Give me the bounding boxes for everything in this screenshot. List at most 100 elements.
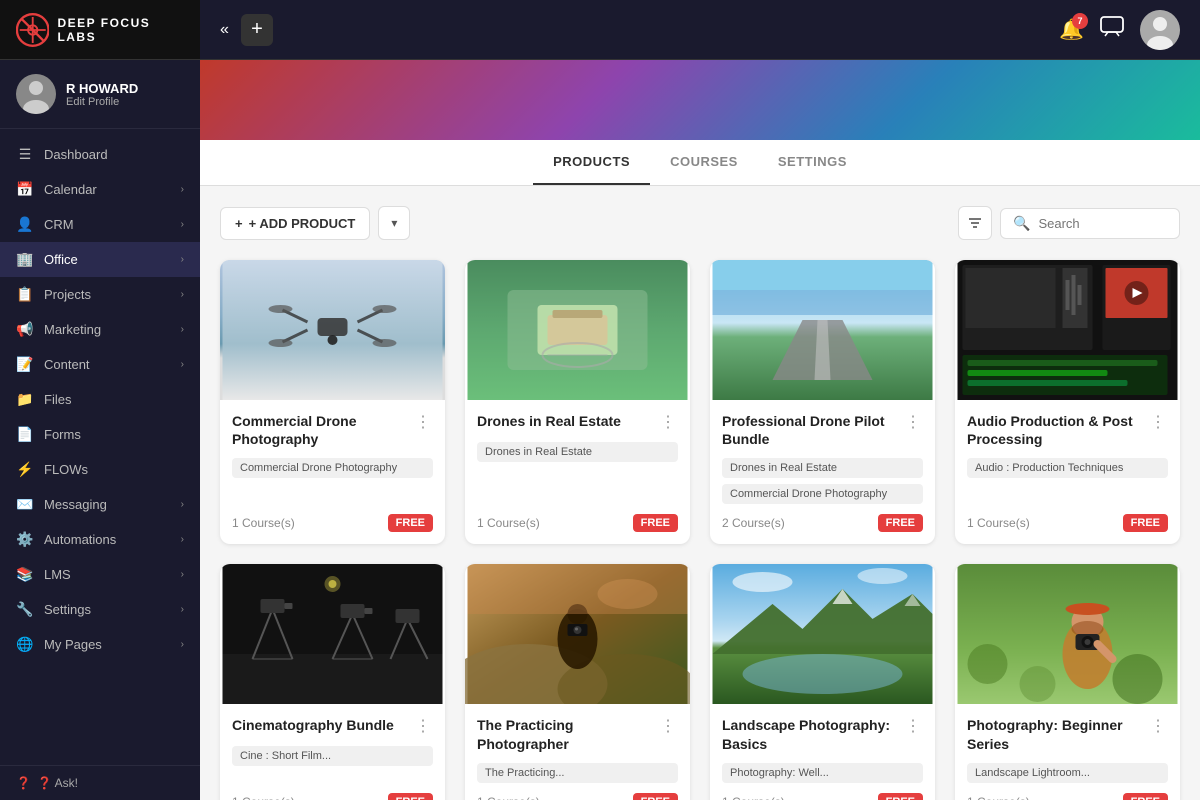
chevron-right-icon: › bbox=[181, 569, 184, 580]
flows-icon: ⚡ bbox=[16, 461, 34, 478]
card-image bbox=[465, 564, 690, 704]
card-image bbox=[710, 260, 935, 400]
header-right: 🔔 7 bbox=[1059, 10, 1180, 50]
ask-button[interactable]: ❓ ❓ Ask! bbox=[16, 776, 184, 790]
toolbar-right: 🔍 bbox=[958, 206, 1180, 240]
sidebar-item-forms[interactable]: 📄 Forms bbox=[0, 417, 200, 452]
chevron-right-icon: › bbox=[181, 219, 184, 230]
card-menu-button[interactable]: ⋮ bbox=[413, 412, 433, 432]
messaging-icon: ✉️ bbox=[16, 496, 34, 513]
card-image bbox=[220, 260, 445, 400]
product-card: Photography: Beginner Series ⋮ Landscape… bbox=[955, 564, 1180, 800]
card-title: The Practicing Photographer bbox=[477, 716, 652, 752]
card-menu-button[interactable]: ⋮ bbox=[903, 412, 923, 432]
sidebar-item-office[interactable]: 🏢 Office › bbox=[0, 242, 200, 277]
tab-bar: PRODUCTS COURSES SETTINGS bbox=[200, 140, 1200, 186]
search-input[interactable] bbox=[1038, 216, 1178, 231]
sort-button[interactable] bbox=[958, 206, 992, 240]
collapse-sidebar-button[interactable]: « bbox=[220, 21, 229, 39]
card-tag: Commercial Drone Photography bbox=[232, 458, 433, 478]
sidebar-item-label: My Pages bbox=[44, 637, 102, 652]
chevron-right-icon: › bbox=[181, 639, 184, 650]
card-tag: Audio : Production Techniques bbox=[967, 458, 1168, 478]
banner bbox=[200, 60, 1200, 140]
add-new-button[interactable]: + bbox=[241, 14, 273, 46]
card-footer: 1 Course(s) FREE bbox=[232, 514, 433, 532]
product-card: Landscape Photography: Basics ⋮ Photogra… bbox=[710, 564, 935, 800]
course-count: 1 Course(s) bbox=[967, 795, 1030, 800]
card-menu-button[interactable]: ⋮ bbox=[903, 716, 923, 736]
projects-icon: 📋 bbox=[16, 286, 34, 303]
free-badge: FREE bbox=[878, 793, 923, 800]
products-area: + + ADD PRODUCT ▾ 🔍 bbox=[200, 186, 1200, 800]
tab-products[interactable]: PRODUCTS bbox=[533, 140, 650, 185]
card-body: Professional Drone Pilot Bundle ⋮ Drones… bbox=[710, 400, 935, 544]
top-header: « + 🔔 7 bbox=[200, 0, 1200, 60]
course-count: 1 Course(s) bbox=[477, 795, 540, 800]
sidebar-item-dashboard[interactable]: ☰ Dashboard bbox=[0, 137, 200, 172]
chevron-right-icon: › bbox=[181, 254, 184, 265]
sidebar-item-label: Office bbox=[44, 252, 78, 267]
sidebar-item-calendar[interactable]: 📅 Calendar › bbox=[0, 172, 200, 207]
card-footer: 1 Course(s) FREE bbox=[477, 793, 678, 800]
card-footer: 1 Course(s) FREE bbox=[477, 514, 678, 532]
notification-badge: 7 bbox=[1072, 13, 1088, 29]
chevron-right-icon: › bbox=[181, 359, 184, 370]
user-avatar[interactable] bbox=[1140, 10, 1180, 50]
card-footer: 1 Course(s) FREE bbox=[967, 514, 1168, 532]
sidebar-item-marketing[interactable]: 📢 Marketing › bbox=[0, 312, 200, 347]
card-tag: Photography: Well... bbox=[722, 763, 923, 783]
user-profile[interactable]: R HOWARD Edit Profile bbox=[0, 60, 200, 129]
marketing-icon: 📢 bbox=[16, 321, 34, 338]
tab-settings[interactable]: SETTINGS bbox=[758, 140, 867, 185]
sidebar-item-settings[interactable]: 🔧 Settings › bbox=[0, 592, 200, 627]
card-menu-button[interactable]: ⋮ bbox=[658, 412, 678, 432]
card-body: The Practicing Photographer ⋮ The Practi… bbox=[465, 704, 690, 800]
card-body: Audio Production & Post Processing ⋮ Aud… bbox=[955, 400, 1180, 544]
messages-button[interactable] bbox=[1100, 16, 1124, 44]
tab-courses[interactable]: COURSES bbox=[650, 140, 758, 185]
sidebar-item-projects[interactable]: 📋 Projects › bbox=[0, 277, 200, 312]
card-menu-button[interactable]: ⋮ bbox=[413, 716, 433, 736]
free-badge: FREE bbox=[388, 793, 433, 800]
sidebar-item-messaging[interactable]: ✉️ Messaging › bbox=[0, 487, 200, 522]
card-tags: Drones in Real Estate bbox=[477, 442, 678, 504]
sidebar-item-automations[interactable]: ⚙️ Automations › bbox=[0, 522, 200, 557]
sidebar-item-crm[interactable]: 👤 CRM › bbox=[0, 207, 200, 242]
sidebar-item-mypages[interactable]: 🌐 My Pages › bbox=[0, 627, 200, 662]
course-count: 1 Course(s) bbox=[477, 516, 540, 530]
notifications-button[interactable]: 🔔 7 bbox=[1059, 17, 1084, 42]
card-body: Photography: Beginner Series ⋮ Landscape… bbox=[955, 704, 1180, 800]
content-area: PRODUCTS COURSES SETTINGS + + ADD PRODUC… bbox=[200, 60, 1200, 800]
main-content: « + 🔔 7 bbox=[200, 0, 1200, 800]
sidebar-item-lms[interactable]: 📚 LMS › bbox=[0, 557, 200, 592]
card-menu-button[interactable]: ⋮ bbox=[1148, 716, 1168, 736]
automations-icon: ⚙️ bbox=[16, 531, 34, 548]
filter-dropdown-button[interactable]: ▾ bbox=[378, 206, 410, 240]
card-tag: Drones in Real Estate bbox=[722, 458, 923, 478]
product-card: Drones in Real Estate ⋮ Drones in Real E… bbox=[465, 260, 690, 544]
ask-icon: ❓ bbox=[16, 776, 31, 790]
add-product-button[interactable]: + + ADD PRODUCT bbox=[220, 207, 370, 240]
search-icon: 🔍 bbox=[1013, 215, 1030, 232]
sidebar-item-label: Projects bbox=[44, 287, 91, 302]
sidebar-item-label: Marketing bbox=[44, 322, 101, 337]
card-image bbox=[955, 260, 1180, 400]
sidebar-footer: ❓ ❓ Ask! bbox=[0, 765, 200, 800]
sidebar-item-files[interactable]: 📁 Files bbox=[0, 382, 200, 417]
free-badge: FREE bbox=[878, 514, 923, 532]
logo-text: DEEP FOCUS LABS bbox=[57, 16, 184, 44]
sidebar-item-label: Automations bbox=[44, 532, 116, 547]
card-menu-button[interactable]: ⋮ bbox=[658, 716, 678, 736]
user-name: R HOWARD bbox=[66, 81, 138, 96]
sidebar-item-flows[interactable]: ⚡ FLOWs bbox=[0, 452, 200, 487]
sidebar: DEEP FOCUS LABS R HOWARD Edit Profile ☰ … bbox=[0, 0, 200, 800]
card-tag: Drones in Real Estate bbox=[477, 442, 678, 462]
files-icon: 📁 bbox=[16, 391, 34, 408]
card-menu-button[interactable]: ⋮ bbox=[1148, 412, 1168, 432]
edit-profile-link[interactable]: Edit Profile bbox=[66, 96, 138, 108]
card-title: Cinematography Bundle bbox=[232, 716, 407, 734]
avatar bbox=[16, 74, 56, 114]
card-footer: 2 Course(s) FREE bbox=[722, 514, 923, 532]
sidebar-item-content[interactable]: 📝 Content › bbox=[0, 347, 200, 382]
